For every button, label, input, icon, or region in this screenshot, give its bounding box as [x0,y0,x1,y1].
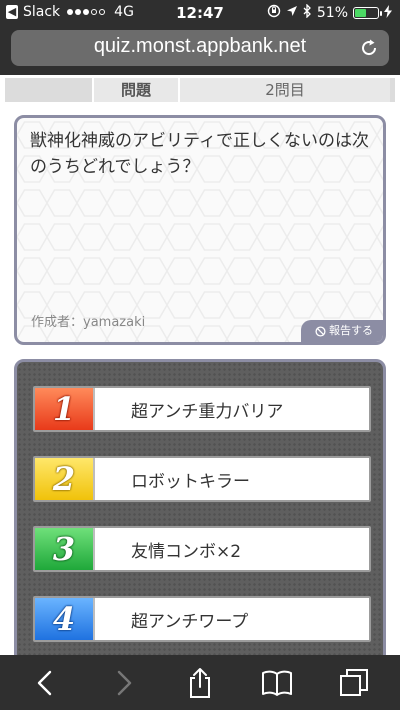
answer-option-4[interactable]: 4 超アンチワープ [33,596,371,642]
answer-number-4: 4 [35,598,95,640]
back-icon [38,670,52,695]
status-right: 51% [267,3,392,22]
answer-number-2: 2 [35,458,95,500]
share-button[interactable] [178,661,222,705]
battery-icon [353,7,382,19]
bookmarks-icon [261,670,292,696]
share-icon [189,667,210,698]
question-text: 獣神化神威のアビリティで正しくないのは次のうちどれでしょう？ [30,131,369,177]
forward-icon [117,670,132,695]
browser-top-chrome: ◀ Slack 4G 12:47 51% quiz.monst.appbank.… [0,0,400,75]
answer-label-3: 友情コンボ×2 [131,541,242,562]
prohibited-icon [315,325,326,337]
report-button[interactable]: 報告する [301,320,383,342]
orientation-lock-icon [267,4,281,22]
address-bar[interactable]: quiz.monst.appbank.net [11,30,389,66]
cell-signal-icon [67,9,106,15]
back-to-app-icon[interactable]: ◀ [6,5,18,19]
report-label: 報告する [329,324,373,337]
question-author: 作成者：yamazaki [31,315,146,330]
network-type: 4G [114,4,134,20]
answer-label-1: 超アンチ重力バリア [131,401,284,422]
tabs-button[interactable] [332,661,376,705]
question-card: 獣神化神威のアビリティで正しくないのは次のうちどれでしょう？ 作成者：yamaz… [14,115,386,345]
answer-number-3: 3 [35,528,95,570]
battery-level [355,9,367,17]
charging-icon [384,4,392,22]
battery-percent: 51% [316,5,348,21]
back-to-app-label[interactable]: Slack [23,4,60,20]
question-header-label: 問題 [92,78,180,102]
question-number: 2問目 [180,78,390,102]
question-header: 問題 2問目 [5,78,395,102]
answer-option-3[interactable]: 3 友情コンボ×2 [33,526,371,572]
status-bar: ◀ Slack 4G 12:47 51% [0,0,400,25]
url-text[interactable]: quiz.monst.appbank.net [11,35,389,58]
answers-panel: 1 超アンチ重力バリア 2 ロボットキラー 3 友情コンボ×2 4 超アンチワー… [14,359,386,655]
tabs-icon [339,668,368,696]
quiz-page: 問題 2問目 獣神化神威のアビリティで正しくないのは次のうちどれでしょう？ 作成… [0,75,400,655]
answer-option-2[interactable]: 2 ロボットキラー [33,456,371,502]
browser-back-button[interactable] [24,661,68,705]
answer-label-2: ロボットキラー [131,471,250,492]
bluetooth-icon [303,3,312,22]
answer-option-1[interactable]: 1 超アンチ重力バリア [33,386,371,432]
bookmarks-button[interactable] [255,661,299,705]
answer-number-1: 1 [35,388,95,430]
reload-icon[interactable] [359,38,379,58]
browser-forward-button[interactable] [101,661,145,705]
answer-label-4: 超アンチワープ [131,611,249,632]
status-left: ◀ Slack 4G [6,4,134,20]
browser-toolbar [0,655,400,710]
location-icon [286,5,298,21]
